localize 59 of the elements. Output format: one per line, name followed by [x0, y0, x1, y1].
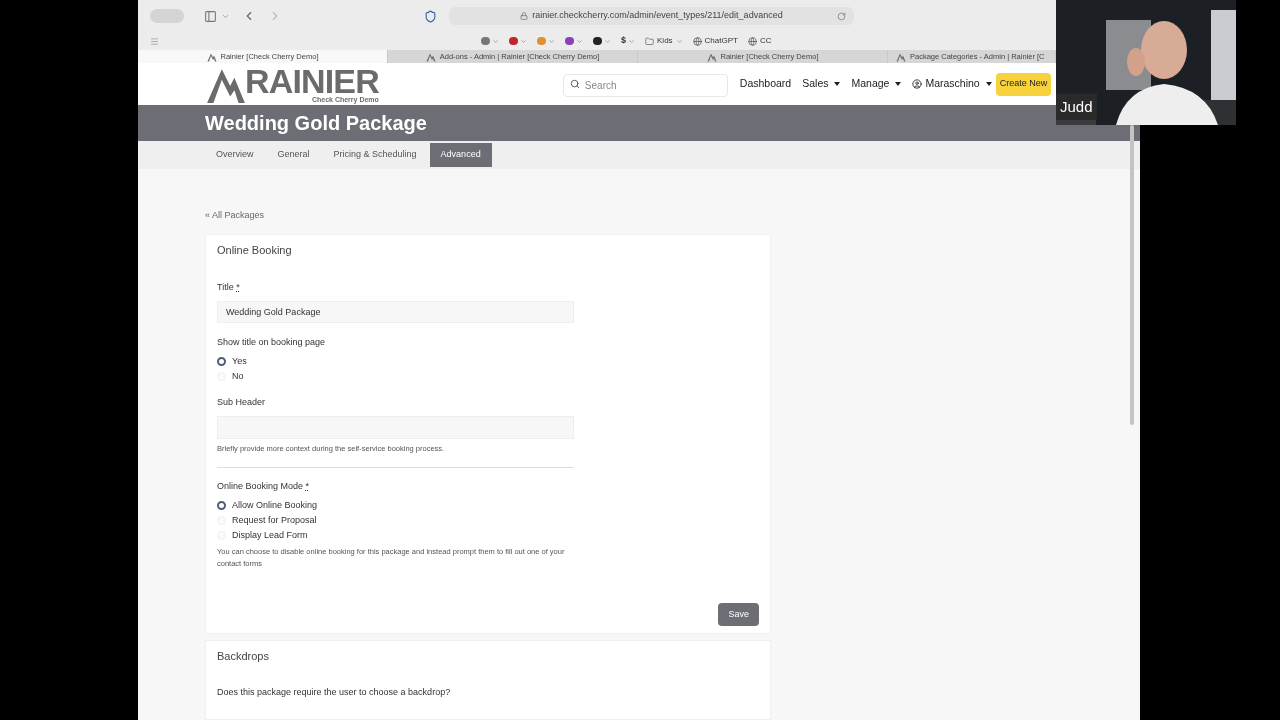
radio-label: Allow Online Booking: [232, 498, 318, 512]
caret-icon: [492, 37, 499, 45]
card-heading: Backdrops: [217, 649, 270, 664]
page-title: Wedding Gold Package: [205, 110, 427, 136]
mountain-icon: [896, 51, 906, 62]
address-bar[interactable]: rainier.checkcherry.com/admin/event_types/211/edit_advanced: [449, 7, 854, 25]
bookmark-folder[interactable]: Kids: [645, 35, 683, 47]
url-text: rainier.checkcherry.com/admin/event_types/211/edit_advanced: [532, 9, 783, 23]
caret-icon: [548, 37, 555, 45]
field-label: Show title on booking page: [217, 336, 327, 350]
globe-icon: [747, 36, 757, 46]
bookmark-item[interactable]: CC: [747, 35, 772, 47]
card-heading: Online Booking: [217, 243, 293, 259]
radio-button[interactable]: [217, 356, 226, 366]
scrollbar[interactable]: [1130, 125, 1134, 425]
participant-name: Judd: [1056, 93, 1097, 120]
nav-link[interactable]: Sales: [802, 76, 841, 92]
field-label: Does this package require the user to choose a backdrop?: [217, 685, 452, 699]
radio-button[interactable]: [217, 501, 226, 510]
radio-label: Request for Proposal: [232, 513, 317, 527]
caret-icon: [576, 37, 583, 45]
mountain-icon: [706, 51, 717, 62]
caret-icon: [675, 37, 683, 45]
page-tab[interactable]: Overview: [205, 142, 265, 167]
title-field[interactable]: Wedding Gold Package: [217, 301, 574, 324]
lock-icon: [520, 12, 529, 20]
mountain-icon: [425, 51, 436, 62]
radio-label: No: [232, 369, 244, 383]
field-label: Title *: [217, 280, 241, 294]
radio-label: Display Lead Form: [232, 528, 308, 542]
mountain-icon: [206, 51, 217, 62]
search-icon: [569, 78, 580, 89]
folder-icon: [645, 36, 654, 46]
page-tab[interactable]: General: [266, 142, 321, 167]
field-label: Online Booking Mode *: [217, 479, 311, 493]
create-new-button[interactable]: Create New: [995, 72, 1052, 96]
nav-link[interactable]: Manage: [851, 76, 902, 92]
globe-icon: [692, 36, 702, 46]
bookmark-item[interactable]: ChatGPT: [692, 35, 738, 47]
radio-label: Yes: [232, 354, 247, 368]
field-label: Sub Header: [217, 395, 267, 409]
shield-icon[interactable]: [424, 9, 437, 23]
caret-icon: [604, 37, 611, 45]
page-tab[interactable]: Advanced: [429, 142, 492, 167]
logo-name: RAINIER: [245, 65, 379, 96]
nav-link[interactable]: Dashboard: [739, 76, 792, 92]
sidebar-icon[interactable]: [204, 9, 217, 23]
sidebar-toggle-button[interactable]: [150, 9, 184, 23]
caret-icon: [520, 37, 527, 45]
search-field[interactable]: Search: [562, 73, 728, 97]
save-button[interactable]: Save: [718, 603, 759, 626]
nav-link[interactable]: Maraschino: [912, 76, 992, 92]
bookmark-icon[interactable]: [593, 37, 602, 45]
reload-icon[interactable]: [837, 11, 846, 21]
caret-icon: [628, 37, 635, 45]
menu-icon[interactable]: [150, 36, 159, 46]
back-link[interactable]: « All Packages: [205, 208, 1140, 223]
bookmark-item[interactable]: $: [621, 34, 635, 48]
page-tab[interactable]: Pricing & Scheduling: [322, 142, 428, 167]
